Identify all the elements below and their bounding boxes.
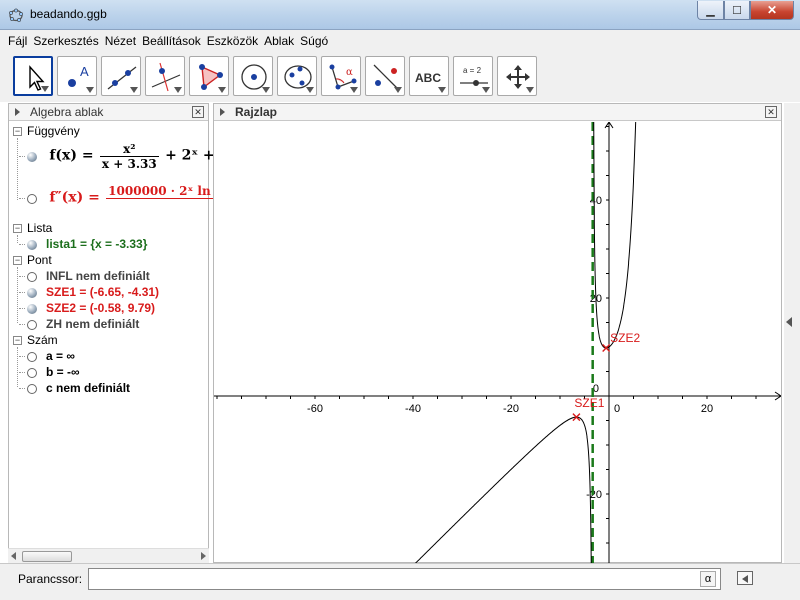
svg-text:A: A <box>80 64 89 79</box>
x-axis-tick-label: -60 <box>307 403 323 415</box>
list-item-sze1[interactable]: SZE1 = (-6.65, -4.31) <box>19 285 159 299</box>
x-axis-tick-label: -20 <box>503 403 519 415</box>
input-bar-label: Parancssor: <box>18 572 83 586</box>
function-curve-left-branch <box>415 416 592 563</box>
algebra-view-title: Algebra ablak <box>30 105 104 119</box>
menu-tools[interactable]: Eszközök <box>207 34 258 48</box>
scroll-left-icon[interactable] <box>11 552 16 560</box>
polygon-tool-button[interactable] <box>189 56 229 96</box>
list-item-infl[interactable]: INFL nem definiált <box>19 269 150 283</box>
conic-tool-button[interactable] <box>277 56 317 96</box>
svg-text:α: α <box>346 67 353 78</box>
point-tool-button[interactable]: A <box>57 56 97 96</box>
perpendicular-tool-button[interactable] <box>145 56 185 96</box>
svg-text:ABC: ABC <box>415 71 441 85</box>
svg-text:a = 2: a = 2 <box>463 66 482 75</box>
point-sze2-label: SZE2 <box>610 331 640 345</box>
toggle-input-help-button[interactable] <box>737 571 753 585</box>
visibility-toggle[interactable] <box>27 151 37 162</box>
graphics-canvas[interactable]: -60 -40 -20 0 204020-200SZE1SZE2 <box>214 122 781 563</box>
list-item-sze2[interactable]: SZE2 = (-0.58, 9.79) <box>19 301 155 315</box>
list-item-lista1[interactable]: lista1 = {x = -3.33} <box>19 237 147 251</box>
collapse-arrow-icon[interactable] <box>15 108 20 116</box>
y-axis-tick-label: -20 <box>586 489 602 501</box>
line-tool-button[interactable] <box>101 56 141 96</box>
graphics-view-title: Rajzlap <box>235 105 278 119</box>
close-button[interactable]: ✕ <box>750 1 794 20</box>
text-tool-button[interactable]: ABC <box>409 56 449 96</box>
window-titlebar: beadando.ggb ▁ ☐ ✕ <box>0 0 800 30</box>
visibility-toggle[interactable] <box>27 193 37 204</box>
graphics-view-header: Rajzlap ✕ <box>214 104 781 121</box>
maximize-button[interactable]: ☐ <box>724 1 750 20</box>
menu-bar: Fájl Szerkesztés Nézet Beállítások Eszkö… <box>0 30 800 52</box>
menu-window[interactable]: Ablak <box>264 34 294 48</box>
list-item-zh[interactable]: ZH nem definiált <box>19 317 139 331</box>
angle-tool-button[interactable]: α <box>321 56 361 96</box>
point-sze1-label: SZE1 <box>574 396 604 410</box>
algebra-view: Algebra ablak ✕ − Függvény f(x) = x² x + 3… <box>8 103 229 563</box>
toolbar: A α ABC a = 2 ? <box>0 52 800 148</box>
circle-tool-button[interactable] <box>233 56 273 96</box>
list-item-b[interactable]: b = -∞ <box>19 365 80 379</box>
command-input[interactable] <box>88 568 721 590</box>
group-point[interactable]: − Pont <box>13 253 52 267</box>
function-curve-right-branch <box>593 122 637 349</box>
symbol-alpha-button[interactable]: α <box>700 571 716 587</box>
menu-file[interactable]: Fájl <box>8 34 27 48</box>
graphics-view: Rajzlap ✕ -60 -40 -20 0 20 40 20 -20 0 SZE1 SZE2 <box>213 103 782 563</box>
x-axis-tick-label: 0 <box>614 403 620 415</box>
move-tool-button[interactable] <box>13 56 53 96</box>
menu-help[interactable]: Súgó <box>300 34 328 48</box>
group-function[interactable]: − Függvény <box>13 124 80 138</box>
close-view-icon[interactable]: ✕ <box>192 106 204 118</box>
input-bar: Parancssor: α <box>0 563 800 600</box>
scrollbar-thumb[interactable] <box>22 551 72 562</box>
list-item-c[interactable]: c nem definiált <box>19 381 130 395</box>
move-view-tool-button[interactable] <box>497 56 537 96</box>
menu-edit[interactable]: Szerkesztés <box>33 34 98 48</box>
algebra-view-header: Algebra ablak ✕ <box>9 104 208 121</box>
window-title: beadando.ggb <box>30 7 107 21</box>
list-item-f[interactable]: f(x) = x² x + 3.33 + 2ˣ + 9 <box>19 142 229 171</box>
algebra-horizontal-scrollbar[interactable] <box>8 548 209 563</box>
menu-view[interactable]: Nézet <box>105 34 136 48</box>
geogebra-app-icon <box>9 8 23 22</box>
close-view-icon[interactable]: ✕ <box>765 106 777 118</box>
side-panel-toggle[interactable] <box>784 103 800 563</box>
minimize-button[interactable]: ▁ <box>697 1 724 20</box>
slider-tool-button[interactable]: a = 2 <box>453 56 493 96</box>
list-item-a[interactable]: a = ∞ <box>19 349 75 363</box>
group-number[interactable]: − Szám <box>13 333 58 347</box>
collapse-arrow-icon[interactable] <box>220 108 225 116</box>
group-list[interactable]: − Lista <box>13 221 52 235</box>
x-axis-tick-label: 20 <box>701 403 713 415</box>
list-item-f-second-derivative[interactable]: f″(x) = 1000000 · 2ˣ ln ( <box>19 184 226 213</box>
expand-arrow-icon[interactable] <box>786 317 792 327</box>
reflect-tool-button[interactable] <box>365 56 405 96</box>
menu-options[interactable]: Beállítások <box>142 34 201 48</box>
scroll-right-icon[interactable] <box>201 552 206 560</box>
x-axis-tick-label: -40 <box>405 403 421 415</box>
